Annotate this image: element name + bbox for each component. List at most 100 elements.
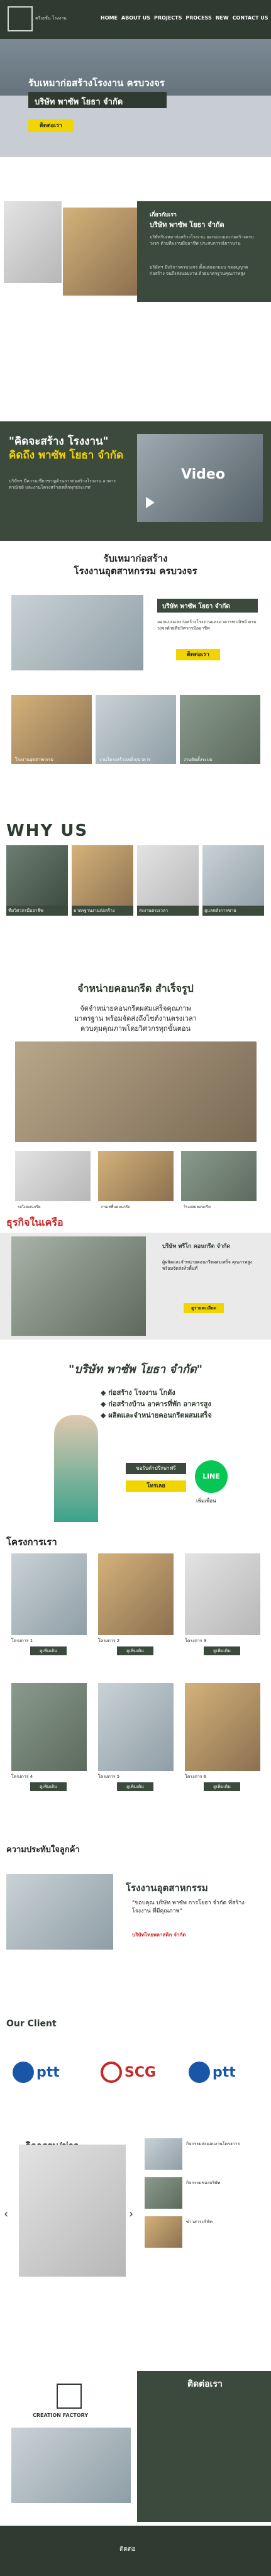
project-card-1[interactable] — [11, 1553, 87, 1635]
concrete-title: จำหน่ายคอนกรีต สำเร็จรูป — [77, 982, 194, 994]
factory-contact-button[interactable]: ติดต่อเรา — [176, 649, 220, 660]
project-card-4[interactable] — [11, 1683, 87, 1771]
testimonial-title: ความประทับใจลูกค้า — [6, 1845, 80, 1855]
projects-title: โครงการเรา — [6, 1536, 57, 1548]
play-icon[interactable] — [146, 497, 155, 508]
nav-process[interactable]: PROCESS — [185, 15, 211, 21]
contact-brand-logo — [57, 2384, 82, 2409]
news-text-1: กิจกรรมส่งมอบงานโครงการ — [186, 2141, 240, 2146]
testimonial-heading: โรงงานอุตสาหกรรม — [126, 1882, 208, 1894]
concrete-thumb-3: โรงผสมคอนกรีต — [181, 1151, 257, 1209]
gallery-item-1[interactable]: โรงงานอุตสาหกรรม — [11, 695, 92, 764]
service-item-3: ◆ ผลิตและจำหน่ายคอนกรีตผสมเสร็จ — [101, 1411, 212, 1419]
client-logo-1: ptt — [13, 2057, 82, 2088]
sister-company-name: บริษัท พรีโก คอนกรีต จำกัด — [162, 1243, 231, 1250]
nav-projects[interactable]: PROJECTS — [154, 15, 182, 21]
video-label: Video — [181, 467, 225, 482]
about-image-1 — [4, 201, 62, 283]
concrete-caption-1: รถโม่คอนกรีต — [18, 1205, 41, 1209]
project-button-6[interactable]: ดูเพิ่มเติม — [204, 1782, 240, 1791]
project-card-5[interactable] — [98, 1683, 174, 1771]
why-label-2: มาตรฐานงานก่อสร้าง — [72, 906, 133, 916]
logo-text: ครีเอชั่น โรงงาน — [35, 16, 67, 21]
concrete-main-image — [15, 1041, 257, 1142]
ptt-icon — [13, 2062, 34, 2083]
nav-about[interactable]: ABOUT US — [121, 15, 150, 21]
slogan-para: บริษัทฯ มีความเชี่ยวชาญด้านการก่อสร้างโร… — [9, 479, 116, 490]
news-thumb-2[interactable] — [145, 2177, 182, 2209]
about-panel: เกี่ยวกับเรา บริษัท พาซัพ โยธา จำกัด บริ… — [137, 201, 271, 302]
sister-company-title: ธุรกิจในเครือ — [6, 1216, 64, 1228]
clients-title: Our Client — [6, 2019, 57, 2029]
project-card-2[interactable] — [98, 1553, 174, 1635]
contact-title: ติดต่อเรา — [187, 2379, 223, 2389]
hero-title: รับเหมาก่อสร้างโรงงาน ครบวงจร — [28, 77, 165, 89]
contact-image — [11, 2428, 131, 2503]
carousel-prev-icon[interactable]: ‹ — [4, 2207, 8, 2221]
nav-bar: HOME ABOUT US PROJECTS PROCESS NEW CONTA… — [101, 15, 268, 21]
news-thumb-1[interactable] — [145, 2138, 182, 2170]
project-caption-4: โครงการ 4 — [11, 1774, 33, 1779]
carousel-next-icon[interactable]: › — [129, 2207, 133, 2221]
contact-section: CREATION FACTORY ติดต่อเรา ติดต่อ — [0, 2371, 271, 2576]
concrete-thumb-2: งานเทพื้นคอนกรีต — [98, 1151, 174, 1209]
services-section: "บริษัท พาซัพ โยธา จำกัด" ◆ ก่อสร้าง โรง… — [0, 1352, 271, 1528]
gallery-item-2[interactable]: งานโครงสร้างเหล็ก/อาคาร — [96, 695, 176, 764]
contact-brand: CREATION FACTORY — [33, 2412, 89, 2418]
news-image-main[interactable] — [19, 2145, 126, 2277]
factory-company-label: บริษัท พาซัพ โยธา จำกัด — [157, 599, 258, 613]
news-thumb-3[interactable] — [145, 2216, 182, 2248]
nav-contact[interactable]: CONTACT US — [233, 15, 268, 21]
call-button[interactable]: โทรเลย — [126, 1480, 186, 1492]
footer-bar: ติดต่อ — [0, 2526, 271, 2576]
line-add-friend[interactable]: เพิ่มเพื่อน — [196, 1497, 216, 1505]
scg-icon — [101, 2062, 122, 2083]
factory-title-2: โรงงานอุตสาหกรรม ครบวงจร — [74, 565, 197, 577]
project-button-1[interactable]: ดูเพิ่มเติม — [30, 1646, 67, 1655]
nav-home[interactable]: HOME — [101, 15, 118, 21]
services-list: ◆ ก่อสร้าง โรงงาน โกดัง ◆ ก่อสร้างบ้าน อ… — [101, 1387, 212, 1421]
news-text-3: ข่าวสารบริษัท — [186, 2219, 213, 2224]
project-card-6[interactable] — [185, 1683, 260, 1771]
nav-new[interactable]: NEW — [216, 15, 229, 21]
news-text-2: กิจกรรมของบริษัท — [186, 2180, 221, 2185]
hero: รับเหมาก่อสร้างโรงงาน ครบวงจร บริษัท พาซ… — [0, 39, 271, 157]
concrete-section: จำหน่ายคอนกรีต สำเร็จรูป จัดจำหน่ายคอนกร… — [0, 969, 271, 1340]
services-quote: "บริษัท พาซัพ โยธา จำกัด" — [69, 1363, 202, 1376]
concrete-caption-2: งานเทพื้นคอนกรีต — [101, 1205, 130, 1209]
hero-contact-button[interactable]: ติดต่อเรา — [28, 119, 74, 132]
testimonial-author: บริษัทไทยพลาสติก จำกัด — [132, 1932, 186, 1938]
factory-image — [11, 595, 143, 670]
services-person — [54, 1415, 98, 1522]
testimonial-section: ความประทับใจลูกค้า โรงงานอุตสาหกรรม "ขอบ… — [0, 1843, 271, 1981]
why-item-3: ส่งงานตรงเวลา — [137, 845, 199, 916]
hero-subtitle: บริษัท พาซัพ โยธา จำกัด — [28, 92, 167, 108]
why-label-4: ดูแลหลังการขาย — [202, 906, 264, 916]
project-caption-1: โครงการ 1 — [11, 1638, 33, 1643]
consult-button[interactable]: ขอรับคำปรึกษาฟรี — [126, 1463, 186, 1474]
client-logo-2: SCG — [101, 2057, 170, 2088]
project-button-3[interactable]: ดูเพิ่มเติม — [204, 1646, 240, 1655]
service-item-1: ◆ ก่อสร้าง โรงงาน โกดัง — [101, 1389, 175, 1397]
projects-section: โครงการเรา โครงการ 1 ดูเพิ่มเติม โครงการ… — [0, 1535, 271, 1843]
sister-company-button[interactable]: ดูรายละเอียด — [184, 1303, 224, 1313]
about-para-1: บริษัทรับเหมาก่อสร้างโรงงาน ออกแบบและก่อ… — [150, 235, 254, 246]
why-item-2: มาตรฐานงานก่อสร้าง — [72, 845, 133, 916]
about-company: บริษัท พาซัพ โยธา จำกัด — [150, 221, 224, 229]
project-button-2[interactable]: ดูเพิ่มเติม — [117, 1646, 153, 1655]
video-thumbnail[interactable]: Video — [137, 434, 263, 522]
service-item-2: ◆ ก่อสร้างบ้าน อาคารที่พัก อาคารสูง — [101, 1400, 211, 1408]
client-logo-3: ptt — [189, 2057, 258, 2088]
news-section: ‹ › กิจกรรมส่งมอบงานโครงการ กิจกรรมของบร… — [0, 2138, 271, 2371]
gallery-caption-3: งานติดตั้งระบบ — [184, 757, 213, 762]
line-icon[interactable]: LINE — [195, 1460, 228, 1493]
logo[interactable] — [8, 6, 33, 31]
project-card-3[interactable] — [185, 1553, 260, 1635]
project-button-4[interactable]: ดูเพิ่มเติม — [30, 1782, 67, 1791]
ptt-icon — [189, 2062, 210, 2083]
project-button-5[interactable]: ดูเพิ่มเติม — [117, 1782, 153, 1791]
sister-company-desc: ผู้ผลิตและจำหน่ายคอนกรีตผสมเสร็จ คุณภาพส… — [162, 1260, 253, 1271]
gallery-item-3[interactable]: งานติดตั้งระบบ — [180, 695, 260, 764]
factory-desc: ออกแบบและก่อสร้างโรงงานและอาคารพาณิชย์ ค… — [157, 619, 257, 631]
footer-text: ติดต่อ — [119, 2546, 136, 2553]
